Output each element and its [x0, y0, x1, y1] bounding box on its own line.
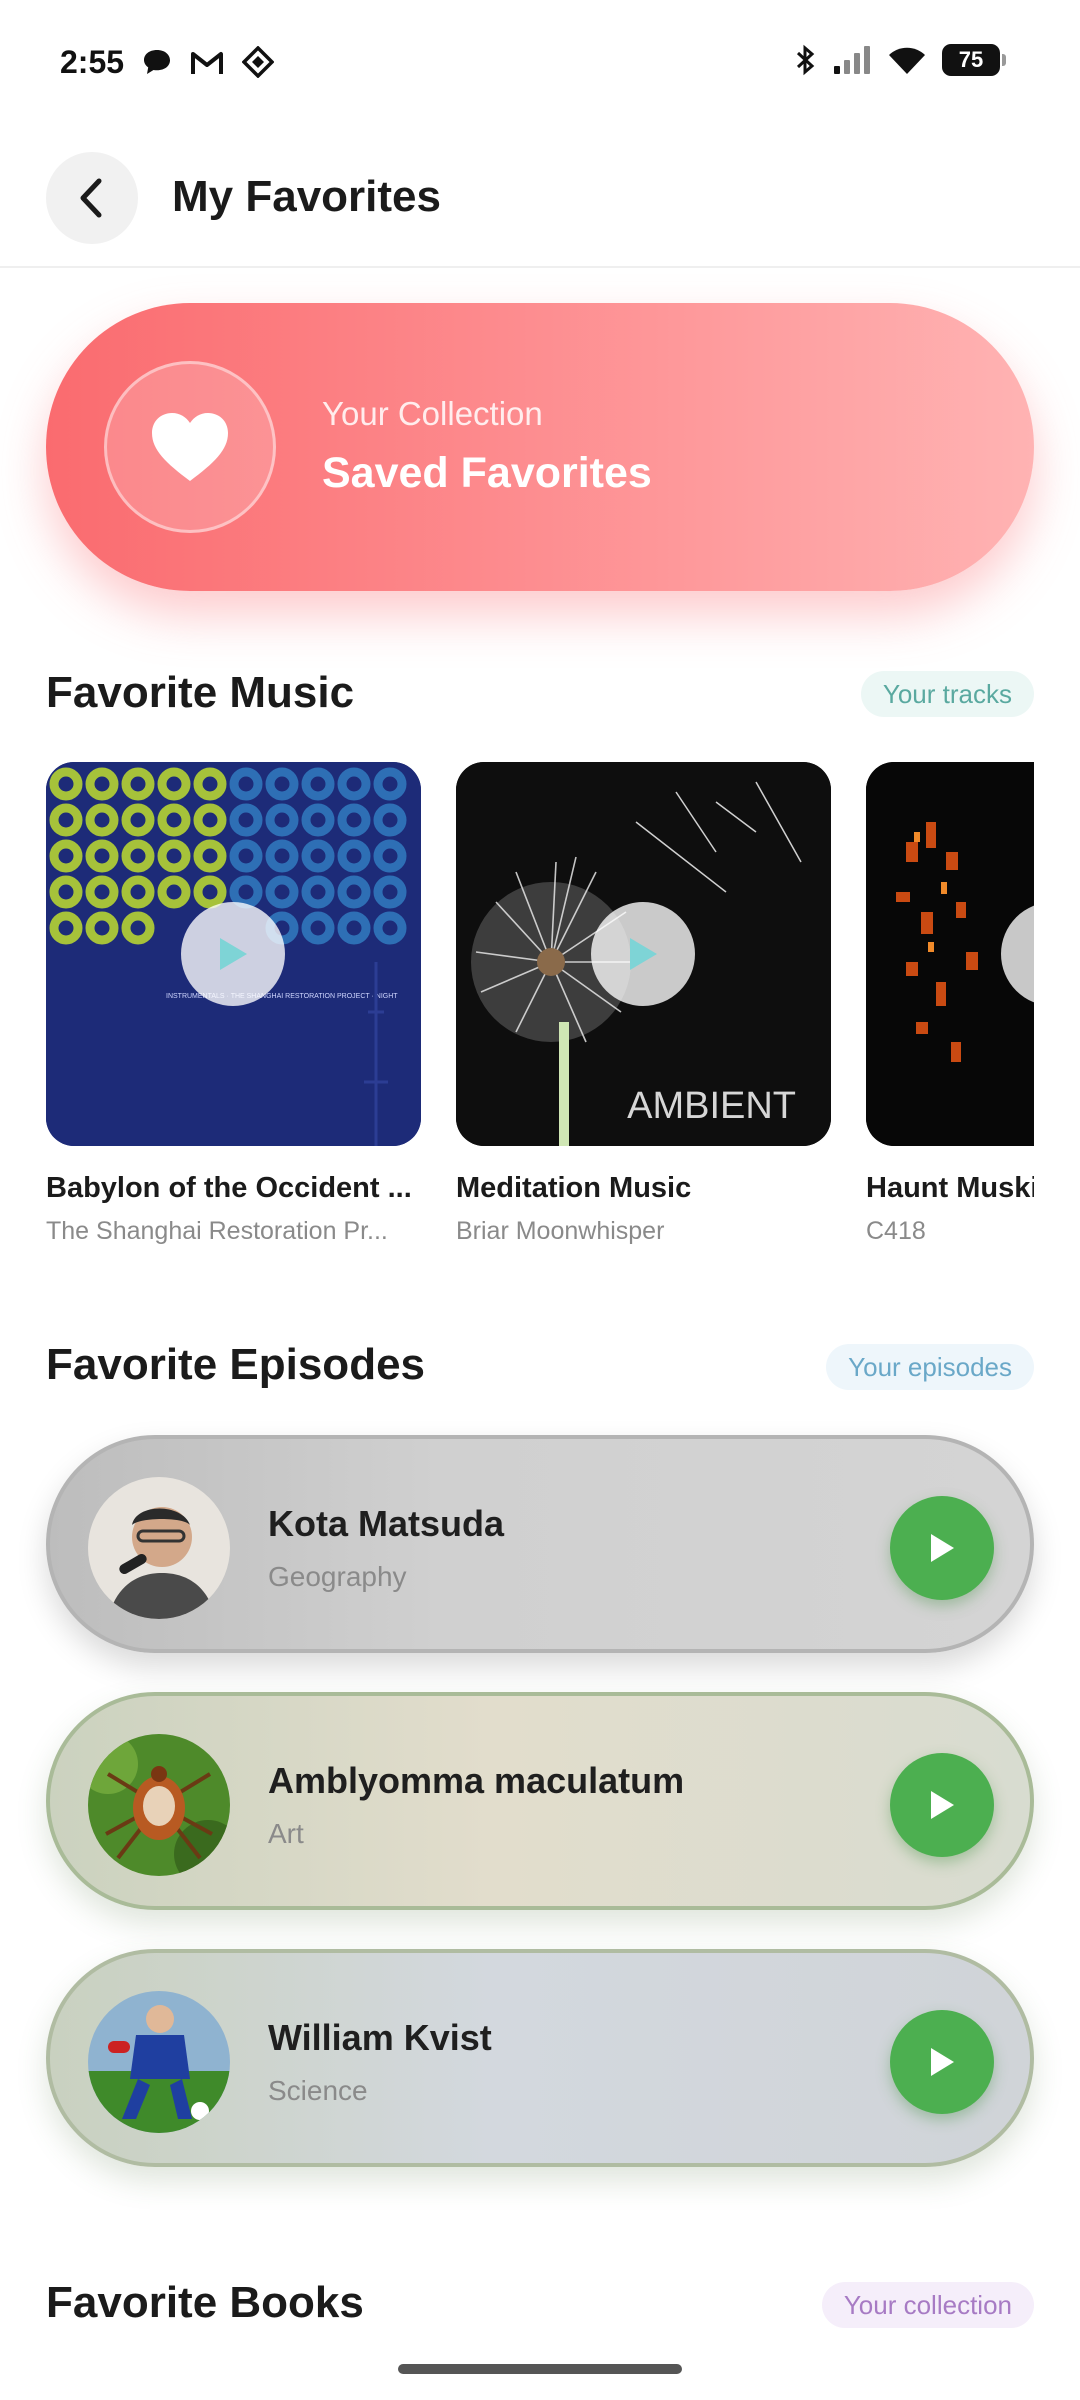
album-art-text: AMBIENT	[627, 1085, 796, 1127]
status-time: 2:55	[60, 44, 125, 80]
track-artist: C418	[866, 1217, 926, 1245]
page-title: My Favorites	[172, 172, 441, 221]
episode-card[interactable]: William Kvist Science	[46, 1949, 1034, 2167]
episodes-section-title: Favorite Episodes	[46, 1340, 426, 1389]
episode-name: William Kvist	[268, 2017, 492, 2058]
play-icon	[931, 1534, 954, 1562]
your-episodes-pill[interactable]: Your episodes	[826, 1344, 1034, 1390]
your-collection-pill[interactable]: Your collection	[821, 2282, 1034, 2328]
episode-category: Art	[268, 1818, 304, 1849]
wifi-icon	[889, 47, 925, 74]
track-title: Babylon of the Occident ...	[46, 1172, 412, 1204]
track-artist: The Shanghai Restoration Pr...	[46, 1217, 388, 1245]
hero-subtitle: Your Collection	[322, 395, 543, 432]
books-section-title: Favorite Books	[46, 2278, 364, 2327]
play-button[interactable]	[591, 902, 695, 1006]
avatar	[88, 1477, 230, 1619]
music-section-title: Favorite Music	[46, 668, 355, 717]
app-diamond-icon	[242, 46, 274, 78]
avatar	[88, 1734, 230, 1876]
episode-name: Kota Matsuda	[268, 1503, 505, 1544]
play-button[interactable]	[181, 902, 285, 1006]
signal-icon	[834, 46, 870, 74]
album-art: AMBIENT	[456, 762, 831, 1146]
music-carousel[interactable]: INSTRUMENTALS · THE SHANGHAI RESTORATION…	[46, 762, 1034, 1262]
music-card[interactable]: INSTRUMENTALS · THE SHANGHAI RESTORATION…	[46, 762, 421, 1246]
music-card[interactable]: Haunt Muski C418	[866, 762, 1034, 1246]
album-art: INSTRUMENTALS · THE SHANGHAI RESTORATION…	[46, 762, 421, 1146]
play-button[interactable]	[890, 2010, 994, 2114]
track-artist: Briar Moonwhisper	[456, 1217, 665, 1245]
play-button[interactable]	[890, 1753, 994, 1857]
album-art	[866, 762, 1034, 1146]
heart-icon	[152, 413, 228, 481]
play-icon	[630, 938, 657, 970]
episode-category: Science	[268, 2075, 368, 2106]
heart-badge	[104, 361, 276, 533]
home-indicator[interactable]	[398, 2364, 682, 2374]
battery-indicator: 75	[942, 44, 1006, 76]
status-bar: 2:55 75	[0, 0, 1080, 130]
play-icon	[931, 2048, 954, 2076]
system-icons: 75	[794, 44, 1006, 76]
music-card[interactable]: AMBIENT Meditation Music Briar Moonwhisp…	[456, 762, 831, 1246]
hero-title: Saved Favorites	[322, 449, 652, 497]
episode-name: Amblyomma maculatum	[268, 1760, 685, 1801]
episode-card[interactable]: Kota Matsuda Geography	[46, 1435, 1034, 1653]
bluetooth-icon	[796, 44, 815, 76]
episode-card[interactable]: Amblyomma maculatum Art	[46, 1692, 1034, 1910]
episode-category: Geography	[268, 1561, 407, 1592]
avatar	[88, 1991, 230, 2133]
play-icon	[931, 1791, 954, 1819]
notification-icons	[142, 46, 274, 78]
play-button[interactable]	[890, 1496, 994, 1600]
saved-favorites-banner[interactable]: Your Collection Saved Favorites	[46, 303, 1034, 591]
track-title: Meditation Music	[456, 1172, 692, 1204]
chat-icon	[144, 50, 170, 74]
chevron-left-icon	[80, 178, 102, 218]
your-tracks-pill[interactable]: Your tracks	[860, 671, 1034, 717]
play-icon	[220, 938, 247, 970]
track-title: Haunt Muski	[866, 1172, 1034, 1204]
top-app-bar: My Favorites	[0, 130, 1080, 268]
back-button[interactable]	[46, 152, 138, 244]
gmail-icon	[191, 52, 223, 74]
